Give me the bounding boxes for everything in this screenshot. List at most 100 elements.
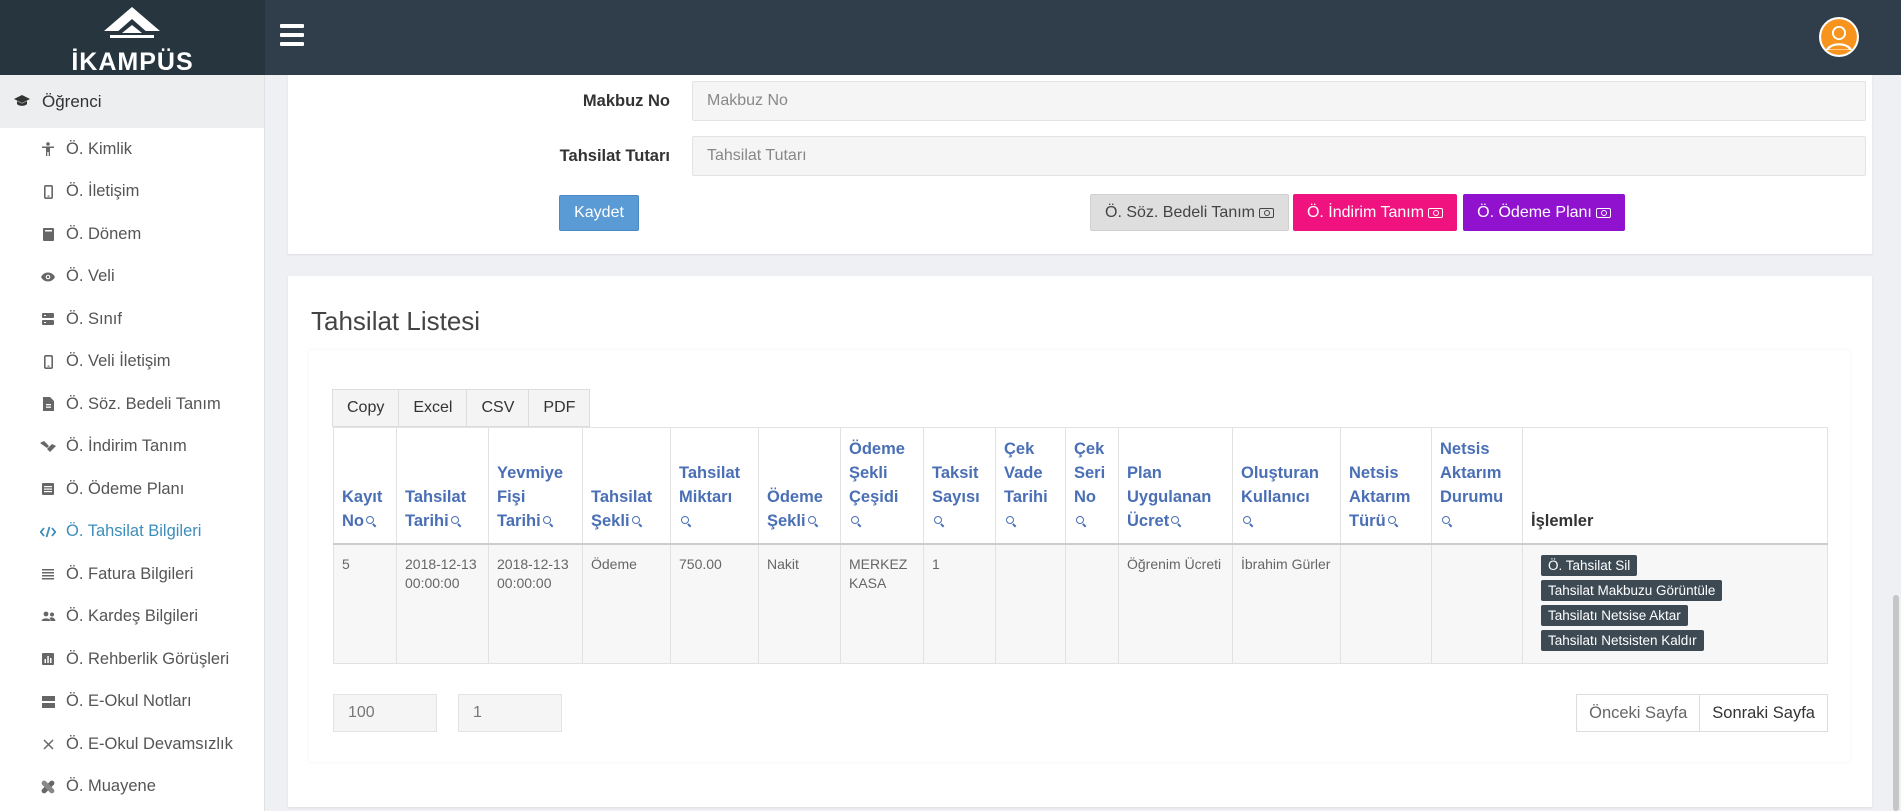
col-header-olusturan-kullanici[interactable]: Oluşturan Kullanıcı	[1232, 427, 1341, 544]
sidebar-item-soz-bedeli[interactable]: Ö. Söz. Bedeli Tanım	[0, 383, 264, 426]
col-header-netsis-aktarim-turu[interactable]: Netsis Aktarım Türü	[1340, 427, 1432, 544]
sidebar-item-label: Ö. Muayene	[66, 777, 156, 796]
sidebar-item-odeme-plani[interactable]: Ö. Ödeme Planı	[0, 468, 264, 511]
panel-icon	[40, 695, 56, 708]
sidebar-item-iletisim[interactable]: Ö. İletişim	[0, 171, 264, 214]
search-icon	[1006, 515, 1016, 526]
page-scrollbar[interactable]	[1893, 595, 1899, 811]
sidebar-item-indirim[interactable]: Ö. İndirim Tanım	[0, 426, 264, 469]
sidebar: Öğrenci Ö. Kimlik Ö. İletişim Ö. Dönem Ö…	[0, 75, 265, 811]
money-icon	[1428, 207, 1444, 218]
pdf-button[interactable]: PDF	[528, 389, 591, 427]
search-icon	[542, 515, 553, 526]
sidebar-item-rehberlik[interactable]: Ö. Rehberlik Görüşleri	[0, 638, 264, 681]
makbuz-goruntule-button[interactable]: Tahsilat Makbuzu Görüntüle	[1541, 579, 1723, 601]
hamburger-menu-icon[interactable]	[280, 24, 304, 46]
sidebar-item-label: Ö. İletişim	[66, 182, 140, 201]
col-header-odeme-sekli[interactable]: Ödeme Şekli	[758, 427, 841, 544]
sidebar-item-fatura[interactable]: Ö. Fatura Bilgileri	[0, 553, 264, 596]
col-header-odeme-sekli-cesidi[interactable]: Ödeme Şekli Çeşidi	[840, 427, 924, 544]
sidebar-item-label: Ö. Ödeme Planı	[66, 479, 185, 498]
page-number-input[interactable]	[458, 694, 562, 732]
netsise-aktar-button[interactable]: Tahsilatı Netsise Aktar	[1541, 604, 1688, 626]
previous-page-button[interactable]: Önceki Sayfa	[1576, 694, 1701, 732]
top-navbar: İKAMPÜS	[0, 0, 1901, 76]
search-icon	[631, 515, 642, 526]
tahsilat-tutari-label: Tahsilat Tutarı	[559, 147, 670, 165]
sidebar-item-label: Ö. Rehberlik Görüşleri	[66, 649, 230, 668]
sidebar-item-kardes[interactable]: Ö. Kardeş Bilgileri	[0, 596, 264, 639]
mobile-icon	[40, 354, 56, 369]
sidebar-item-sinif[interactable]: Ö. Sınıf	[0, 298, 264, 341]
sidebar-item-eokul-notlari[interactable]: Ö. E-Okul Notları	[0, 681, 264, 724]
sidebar-item-label: Ö. E-Okul Notları	[66, 692, 192, 711]
sidebar-item-label: Ö. Fatura Bilgileri	[66, 564, 194, 583]
excel-button[interactable]: Excel	[398, 389, 468, 427]
sidebar-item-veli[interactable]: Ö. Veli	[0, 256, 264, 299]
user-avatar[interactable]	[1819, 17, 1859, 57]
cell-tahsilat-sekli: Ödeme	[582, 543, 671, 664]
soz-bedeli-tanim-button[interactable]: Ö. Söz. Bedeli Tanım	[1090, 194, 1289, 231]
sidebar-item-eokul-devamsizlik[interactable]: Ö. E-Okul Devamsızlık	[0, 723, 264, 766]
cell-kayit-no: 5	[333, 543, 397, 664]
handshake-icon	[40, 440, 56, 453]
cell-olusturan-kullanici: İbrahim Gürler	[1232, 543, 1341, 664]
logo-mark-icon	[104, 7, 160, 38]
users-icon	[40, 611, 56, 622]
page-size-input[interactable]	[333, 694, 437, 732]
col-header-kayit-no[interactable]: Kayıt No	[333, 427, 397, 544]
cell-odeme-sekli-cesidi: MERKEZ KASA	[840, 543, 924, 664]
sidebar-item-kimlik[interactable]: Ö. Kimlik	[0, 128, 264, 171]
sidebar-item-donem[interactable]: Ö. Dönem	[0, 213, 264, 256]
col-header-cek-vade-tarihi[interactable]: Çek Vade Tarihi	[995, 427, 1066, 544]
sidebar-section-ogrenci[interactable]: Öğrenci	[0, 75, 264, 128]
tahsilat-form-card: Makbuz No Tahsilat Tutarı Kaydet Ö. Söz.…	[288, 75, 1872, 254]
col-header-yevmiye-fisi-tarihi[interactable]: Yevmiye Fişi Tarihi	[488, 427, 583, 544]
col-header-netsis-aktarim-durumu[interactable]: Netsis Aktarım Durumu	[1431, 427, 1523, 544]
money-icon	[1259, 207, 1274, 218]
search-icon	[807, 515, 818, 526]
brand-logo[interactable]: İKAMPÜS	[0, 0, 265, 76]
save-button[interactable]: Kaydet	[559, 195, 639, 231]
makbuz-no-input[interactable]	[692, 81, 1866, 121]
sidebar-item-muayene[interactable]: Ö. Muayene	[0, 766, 264, 809]
odeme-plani-button[interactable]: Ö. Ödeme Planı	[1463, 194, 1625, 231]
server-icon	[40, 313, 56, 326]
netsisten-kaldir-button[interactable]: Tahsilatı Netsisten Kaldır	[1541, 629, 1704, 651]
sidebar-item-tahsilat-bilgileri[interactable]: Ö. Tahsilat Bilgileri	[0, 511, 264, 554]
col-header-cek-seri-no[interactable]: Çek Seri No	[1065, 427, 1119, 544]
search-icon	[1076, 515, 1086, 526]
sidebar-item-label: Ö. Sınıf	[66, 309, 122, 328]
tahsilat-list-card: Tahsilat Listesi Copy Excel CSV PDF Kayı…	[288, 276, 1872, 807]
search-icon	[1243, 515, 1253, 526]
next-page-button[interactable]: Sonraki Sayfa	[1699, 694, 1828, 732]
bandage-icon	[40, 780, 56, 794]
col-header-tahsilat-miktari[interactable]: Tahsilat Miktarı	[670, 427, 759, 544]
sidebar-item-label: Ö. Kimlik	[66, 139, 132, 158]
col-header-taksit-sayisi[interactable]: Taksit Sayısı	[923, 427, 996, 544]
sidebar-item-label: Ö. Dönem	[66, 224, 142, 243]
sidebar-item-label: Ö. Veli İletişim	[66, 352, 171, 371]
search-icon	[1442, 515, 1452, 526]
cell-netsis-aktarim-durumu	[1431, 543, 1523, 664]
export-button-group: Copy Excel CSV PDF	[332, 389, 591, 427]
col-header-tahsilat-tarihi[interactable]: Tahsilat Tarihi	[396, 427, 489, 544]
book-icon	[40, 227, 56, 241]
cell-netsis-aktarim-turu	[1340, 543, 1432, 664]
table-row: 5 2018-12-13 00:00:00 2018-12-13 00:00:0…	[333, 543, 1828, 664]
tahsilat-tutari-input[interactable]	[692, 136, 1866, 176]
cell-taksit-sayisi: 1	[923, 543, 996, 664]
table-header-row: Kayıt No Tahsilat Tarihi Yevmiye Fişi Tarihi…	[333, 427, 1828, 544]
chart-icon	[40, 653, 56, 666]
cell-yevmiye-fisi-tarihi: 2018-12-13 00:00:00	[488, 543, 583, 664]
sidebar-item-label: Ö. E-Okul Devamsızlık	[66, 734, 233, 753]
csv-button[interactable]: CSV	[466, 389, 530, 427]
sidebar-item-label: Ö. Kardeş Bilgileri	[66, 607, 199, 626]
tahsilat-sil-button[interactable]: Ö. Tahsilat Sil	[1541, 554, 1638, 576]
copy-button[interactable]: Copy	[332, 389, 400, 427]
col-header-tahsilat-sekli[interactable]: Tahsilat Şekli	[582, 427, 671, 544]
sidebar-item-veli-iletisim[interactable]: Ö. Veli İletişim	[0, 341, 264, 384]
col-header-plan-uygulanan-ucret[interactable]: Plan Uygulanan Ücret	[1118, 427, 1233, 544]
indirim-tanim-button[interactable]: Ö. İndirim Tanım	[1293, 194, 1457, 231]
cell-islemler: Ö. Tahsilat Sil Tahsilat Makbuzu Görüntü…	[1522, 543, 1828, 664]
